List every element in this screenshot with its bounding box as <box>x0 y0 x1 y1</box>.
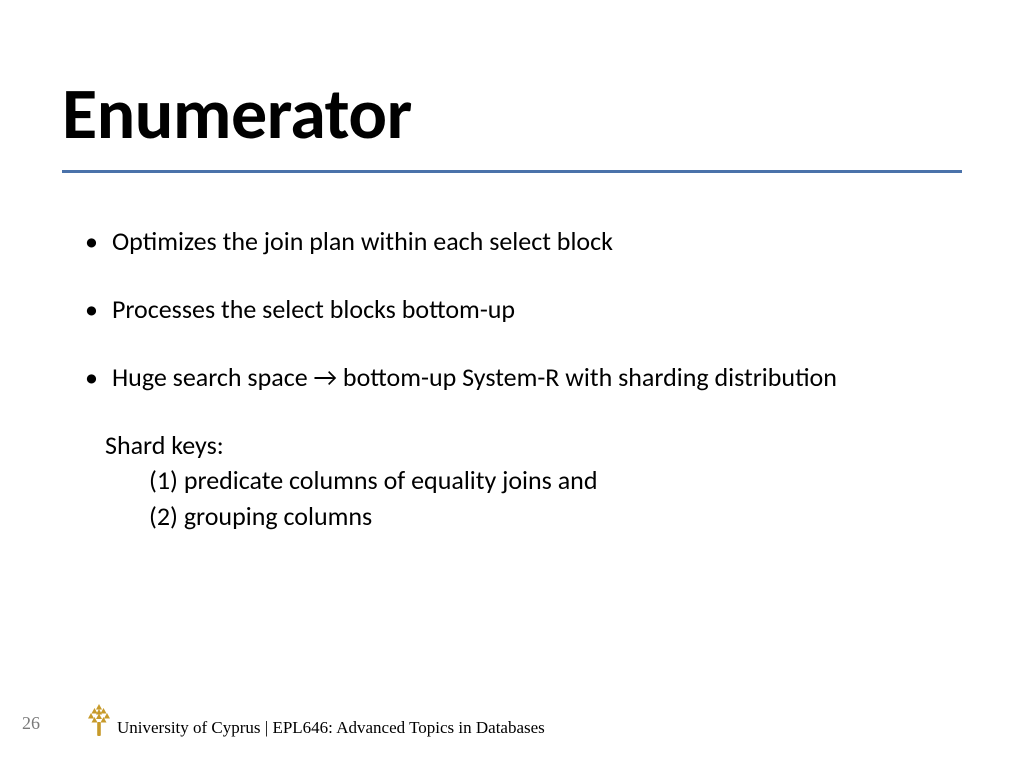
slide: Enumerator • Optimizes the join plan wit… <box>0 0 1024 768</box>
bullet-item: • Huge search space → bottom-up System-R… <box>85 361 964 395</box>
bullet-item: • Optimizes the join plan within each se… <box>85 225 964 259</box>
university-logo-icon <box>85 704 113 738</box>
bullet-marker-icon: • <box>85 361 98 395</box>
page-number: 26 <box>22 713 40 734</box>
bullet-marker-icon: • <box>85 225 98 259</box>
title-block: Enumerator <box>62 70 962 173</box>
bullet-item: • Processes the select blocks bottom-up <box>85 293 964 327</box>
sub-line-2: (2) grouping columns <box>105 499 964 534</box>
title-underline <box>62 170 962 173</box>
sub-header: Shard keys: <box>105 428 964 463</box>
slide-title: Enumerator <box>62 70 962 158</box>
sub-line-1: (1) predicate columns of equality joins … <box>105 463 964 498</box>
bullet-text: Processes the select blocks bottom-up <box>112 293 515 327</box>
footer-inner: University of Cyprus | EPL646: Advanced … <box>85 704 545 738</box>
sub-block: Shard keys: (1) predicate columns of equ… <box>105 428 964 533</box>
bullet-text: Huge search space → bottom-up System-R w… <box>112 361 837 395</box>
bullet-text: Optimizes the join plan within each sele… <box>112 225 613 259</box>
bullet-marker-icon: • <box>85 293 98 327</box>
footer-text: University of Cyprus | EPL646: Advanced … <box>117 718 545 738</box>
content-area: • Optimizes the join plan within each se… <box>85 225 964 534</box>
